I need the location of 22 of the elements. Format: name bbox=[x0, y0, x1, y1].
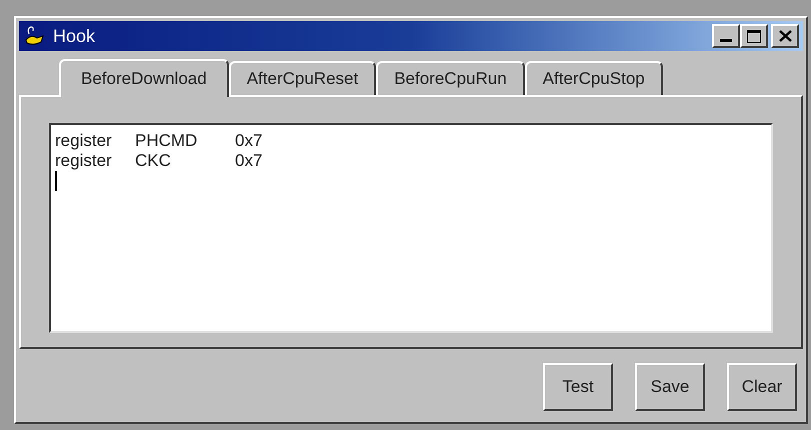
tab[interactable]: BeforeDownload bbox=[59, 59, 229, 97]
code-keyword: register bbox=[55, 151, 113, 171]
close-icon bbox=[778, 30, 792, 42]
register-value: 0x7 bbox=[235, 131, 262, 151]
register-name: CKC bbox=[135, 151, 172, 171]
register-name: PHCMD bbox=[135, 131, 198, 151]
code-keyword: register bbox=[55, 131, 113, 151]
tab[interactable]: AfterCpuReset bbox=[228, 61, 376, 95]
window-title: Hook bbox=[53, 24, 96, 48]
minimize-icon bbox=[720, 39, 732, 42]
register-value: 0x7 bbox=[235, 151, 262, 171]
close-button[interactable] bbox=[771, 24, 799, 48]
text-cursor bbox=[55, 171, 57, 191]
dialog-button[interactable]: Test bbox=[543, 363, 613, 411]
dialog-button[interactable]: Save bbox=[635, 363, 705, 411]
tab[interactable]: BeforeCpuRun bbox=[376, 61, 525, 95]
maximize-icon bbox=[747, 30, 761, 42]
maximize-button[interactable] bbox=[740, 24, 768, 48]
minimize-button[interactable] bbox=[712, 24, 740, 48]
script-editor[interactable]: register PHCMD 0x7 register CKC 0x7 bbox=[49, 123, 773, 333]
tab[interactable]: AfterCpuStop bbox=[524, 61, 663, 95]
dialog-button[interactable]: Clear bbox=[727, 363, 797, 411]
